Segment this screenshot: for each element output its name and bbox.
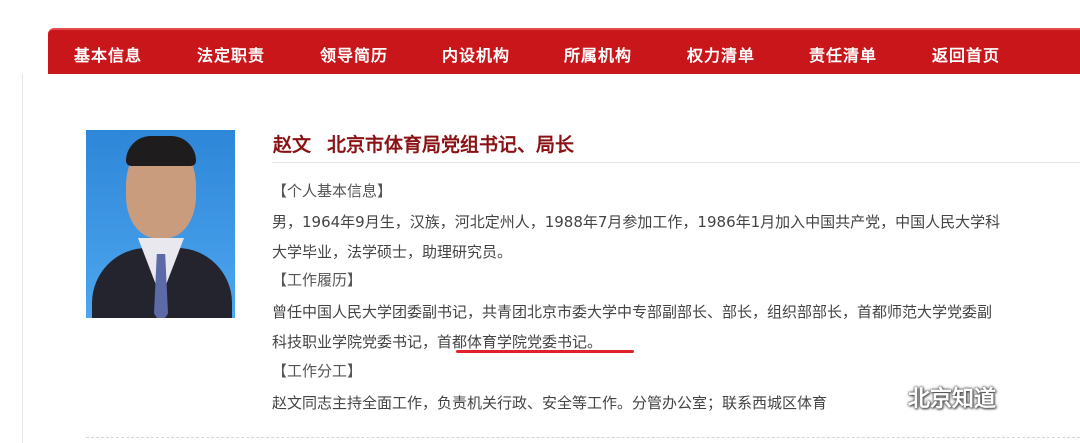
- nav-item-affiliated-units[interactable]: 所属机构: [564, 42, 632, 66]
- nav-item-return-home[interactable]: 返回首页: [932, 42, 1000, 66]
- leader-title: 北京市体育局党组书记、局长: [327, 134, 575, 156]
- work-history-line-2: 科技职业学院党委书记，首都体育学院党委书记。: [272, 333, 603, 351]
- nav-item-responsibility-list[interactable]: 责任清单: [809, 42, 877, 66]
- section-heading-work-history: 【工作履历】: [272, 271, 363, 289]
- leader-portrait: [86, 130, 235, 318]
- work-history-line-1: 曾任中国人民大学团委副书记，共青团北京市委大学中专部副部长、部长，组织部部长，首…: [272, 303, 993, 321]
- leader-heading: 赵文 北京市体育局党组书记、局长: [273, 130, 574, 157]
- nav-item-basic-info[interactable]: 基本信息: [74, 42, 142, 66]
- division-of-work-line-1: 赵文同志主持全面工作，负责机关行政、安全等工作。分管办公室；联系西城区体育: [272, 394, 828, 412]
- bottom-dashed-divider: [86, 437, 1080, 438]
- nav-item-legal-duties[interactable]: 法定职责: [197, 42, 265, 66]
- leader-name: 赵文: [273, 134, 312, 156]
- top-nav-bar: 基本信息 法定职责 领导简历 内设机构 所属机构 权力清单 责任清单 返回首页: [48, 28, 1080, 76]
- heading-divider: [272, 162, 1080, 163]
- personal-info-line-1: 男，1964年9月生，汉族，河北定州人，1988年7月参加工作，1986年1月加…: [272, 213, 1001, 231]
- watermark-label: 北京知道: [908, 387, 997, 412]
- nav-item-internal-departments[interactable]: 内设机构: [442, 42, 510, 66]
- nav-item-power-list[interactable]: 权力清单: [687, 42, 755, 66]
- nav-item-leader-resume[interactable]: 领导简历: [320, 42, 388, 66]
- section-heading-personal-info: 【个人基本信息】: [272, 182, 393, 200]
- section-heading-division-of-work: 【工作分工】: [272, 362, 363, 380]
- highlight-underline: [456, 350, 634, 353]
- personal-info-line-2: 大学毕业，法学硕士，助理研究员。: [272, 243, 513, 261]
